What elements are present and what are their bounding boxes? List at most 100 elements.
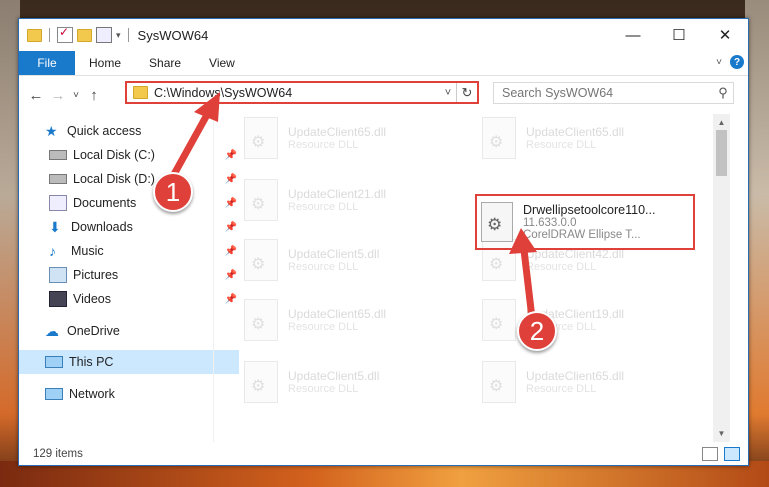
- address-bar[interactable]: C:\Windows\SysWOW64 ˅ ↻: [125, 81, 479, 104]
- file-name: UpdateClient65.dll: [526, 369, 625, 383]
- file-name: UpdateClient65.dll: [288, 307, 387, 321]
- sidebar-item-label: This PC: [69, 355, 114, 369]
- window-title: SysWOW64: [137, 27, 209, 43]
- qa-dropdown-icon[interactable]: ▾: [116, 30, 121, 41]
- sidebar-item-downloads[interactable]: ⬇ Downloads 📌: [19, 215, 243, 239]
- navigation-pane: ★ Quick access Local Disk (C:) 📌 Local D…: [19, 114, 239, 442]
- dll-file-icon: [244, 179, 278, 221]
- large-icons-view-icon[interactable]: [724, 447, 740, 461]
- sidebar-item-local-disk-c[interactable]: Local Disk (C:) 📌: [19, 143, 243, 167]
- network-icon: [45, 388, 63, 400]
- maximize-button[interactable]: ☐: [656, 19, 702, 51]
- file-item[interactable]: UpdateClient65.dllResource DLL: [482, 114, 712, 162]
- file-list: UpdateClient65.dllResource DLL UpdateCli…: [214, 114, 730, 442]
- file-name: UpdateClient65.dll: [526, 125, 625, 139]
- up-button[interactable]: ↑: [83, 87, 105, 104]
- sidebar-item-videos[interactable]: Videos 📌: [19, 287, 243, 311]
- file-item[interactable]: UpdateClient5.dllResource DLL: [244, 236, 474, 284]
- item-count: 129 items: [33, 448, 83, 460]
- sidebar-item-network[interactable]: Network: [19, 382, 239, 406]
- sidebar-item-label: Videos: [73, 292, 111, 306]
- folder-icon: [27, 28, 42, 42]
- sidebar-item-this-pc[interactable]: This PC: [19, 350, 239, 374]
- dll-file-icon: [244, 117, 278, 159]
- tab-view[interactable]: View: [195, 51, 249, 75]
- title-bar: ▾ SysWOW64 — ☐ ✕: [19, 19, 748, 51]
- sidebar-item-label: OneDrive: [67, 324, 120, 338]
- file-type: Resource DLL: [526, 139, 597, 151]
- close-button[interactable]: ✕: [702, 19, 748, 51]
- quick-access-toolbar: ▾: [19, 25, 132, 43]
- dll-file-icon: [482, 299, 516, 341]
- folder-icon: [133, 86, 148, 99]
- highlighted-file-item[interactable]: Drwellipsetoolcore110... 11.633.0.0 Core…: [475, 194, 695, 250]
- caption-buttons: — ☐ ✕: [610, 19, 748, 51]
- search-input[interactable]: [500, 85, 713, 101]
- file-version: 11.633.0.0: [523, 217, 577, 229]
- pictures-icon: [49, 267, 67, 283]
- tab-share[interactable]: Share: [135, 51, 195, 75]
- properties-check-icon[interactable]: [57, 25, 73, 43]
- sidebar-item-label: Local Disk (C:): [73, 148, 155, 162]
- customize-toolbar-icon[interactable]: [96, 27, 112, 43]
- back-button[interactable]: ←: [25, 87, 47, 104]
- scroll-thumb[interactable]: [716, 130, 727, 176]
- videos-icon: [49, 291, 67, 307]
- sidebar-item-label: Downloads: [71, 220, 133, 234]
- drive-icon: [49, 174, 67, 184]
- content-area: ★ Quick access Local Disk (C:) 📌 Local D…: [19, 114, 748, 442]
- explorer-window: ▾ SysWOW64 — ☐ ✕ File Home Share View ˅ …: [18, 18, 749, 466]
- minimize-button[interactable]: —: [610, 19, 656, 51]
- sidebar-item-onedrive[interactable]: ☁ OneDrive: [19, 319, 239, 343]
- refresh-icon[interactable]: ↻: [456, 83, 477, 102]
- file-name: UpdateClient65.dll: [288, 125, 387, 139]
- download-icon: ⬇: [49, 219, 61, 235]
- expand-ribbon-icon[interactable]: ˅: [716, 57, 722, 68]
- file-name: UpdateClient5.dll: [288, 369, 380, 383]
- file-type: Resource DLL: [288, 261, 359, 273]
- sidebar-item-label: Network: [69, 387, 115, 401]
- dll-file-icon: [482, 361, 516, 403]
- tab-home[interactable]: Home: [75, 51, 135, 75]
- sidebar-item-local-disk-d[interactable]: Local Disk (D:) 📌: [19, 167, 243, 191]
- music-icon: ♪: [49, 243, 56, 259]
- tab-file[interactable]: File: [19, 51, 75, 75]
- sidebar-item-label: Pictures: [73, 268, 119, 282]
- sidebar-item-label: Quick access: [67, 124, 142, 138]
- scroll-down-icon[interactable]: ▼: [713, 425, 730, 442]
- address-path[interactable]: C:\Windows\SysWOW64: [154, 86, 440, 100]
- file-item[interactable]: UpdateClient21.dllResource DLL: [244, 176, 474, 224]
- sidebar-item-documents[interactable]: Documents 📌: [19, 191, 243, 215]
- scroll-up-icon[interactable]: ▲: [713, 114, 730, 131]
- new-folder-icon[interactable]: [77, 28, 92, 42]
- search-icon[interactable]: ⚲: [713, 85, 733, 101]
- sidebar-item-pictures[interactable]: Pictures 📌: [19, 263, 243, 287]
- help-icon[interactable]: ?: [730, 55, 744, 69]
- address-dropdown-icon[interactable]: ˅: [440, 87, 456, 99]
- sidebar-item-quick-access[interactable]: ★ Quick access: [19, 119, 239, 143]
- documents-icon: [49, 195, 67, 211]
- dll-file-icon: [244, 239, 278, 281]
- sidebar-item-music[interactable]: ♪ Music 📌: [19, 239, 243, 263]
- details-view-icon[interactable]: [702, 447, 718, 461]
- file-item[interactable]: UpdateClient65.dllResource DLL: [244, 114, 474, 162]
- file-item[interactable]: UpdateClient5.dllResource DLL: [244, 358, 474, 406]
- file-item[interactable]: UpdateClient65.dllResource DLL: [244, 296, 474, 344]
- file-type: Resource DLL: [288, 321, 359, 333]
- vertical-scrollbar[interactable]: ▲ ▼: [713, 114, 730, 442]
- computer-icon: [45, 356, 63, 368]
- dll-file-icon: [482, 117, 516, 159]
- sidebar-item-label: Local Disk (D:): [73, 172, 155, 186]
- search-box[interactable]: ⚲: [493, 82, 734, 104]
- step-2-badge: 2: [517, 311, 557, 351]
- file-item[interactable]: UpdateClient19.dllResource DLL: [482, 296, 712, 344]
- file-name: UpdateClient5.dll: [288, 247, 380, 261]
- step-1-badge: 1: [153, 172, 193, 212]
- desktop-background: [0, 0, 20, 487]
- file-type: Resource DLL: [526, 383, 597, 395]
- recent-locations-button[interactable]: ˅: [69, 90, 83, 101]
- drive-icon: [49, 150, 67, 160]
- toolbar-divider: [127, 28, 129, 42]
- forward-button[interactable]: →: [47, 87, 69, 104]
- file-item[interactable]: UpdateClient65.dllResource DLL: [482, 358, 712, 406]
